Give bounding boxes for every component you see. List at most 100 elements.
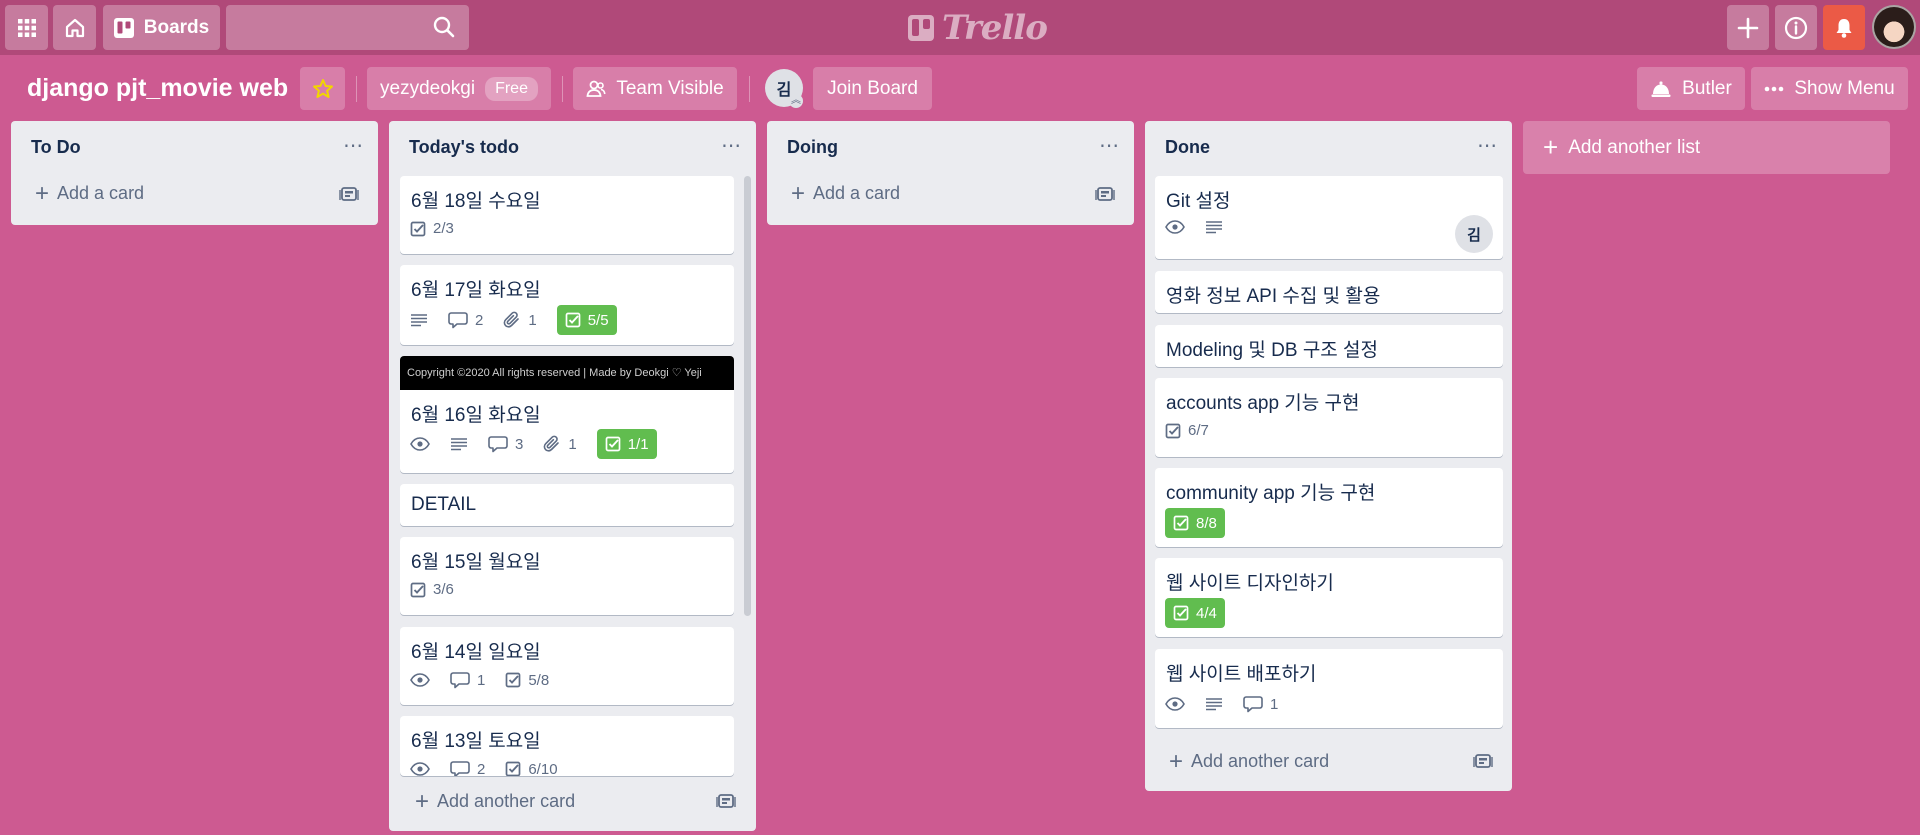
card-title: 영화 정보 API 수집 및 활용: [1166, 286, 1381, 307]
add-card-button[interactable]: + Add a card: [35, 179, 144, 207]
more-horizontal-icon: [1764, 86, 1784, 92]
card-template-icon[interactable]: [1095, 185, 1115, 203]
list-title[interactable]: Done: [1165, 137, 1210, 158]
card-badges: 1 5/8: [410, 671, 549, 689]
checklist-count: 4/4: [1196, 604, 1217, 622]
checklist-complete-badge: 8/8: [1165, 508, 1225, 538]
list-title[interactable]: Today's todo: [409, 137, 519, 158]
add-card-button[interactable]: + Add a card: [791, 179, 900, 207]
card-badges: 2 1 5/5: [410, 305, 617, 335]
trello-logo[interactable]: Trello: [908, 8, 1048, 48]
card[interactable]: Modeling 및 DB 구조 설정: [1155, 325, 1503, 367]
comment-count: 1: [1270, 695, 1279, 713]
plus-icon: +: [791, 179, 806, 207]
card-badges: 3/6: [410, 581, 454, 598]
bell-icon: [1833, 17, 1855, 39]
card[interactable]: Git 설정 김: [1155, 176, 1503, 259]
card[interactable]: 웹 사이트 배포하기 1: [1155, 649, 1503, 728]
list-scrollbar[interactable]: [744, 176, 751, 616]
card-title: 6월 15일 월요일: [411, 552, 541, 573]
add-card-button[interactable]: + Add another card: [415, 789, 575, 813]
checklist-count: 8/8: [1196, 514, 1217, 532]
info-button[interactable]: [1775, 5, 1817, 50]
card[interactable]: 6월 14일 일요일 1 5/8: [400, 627, 734, 705]
paperclip-icon: [503, 311, 521, 329]
board-title[interactable]: django pjt_movie web: [27, 74, 288, 103]
list-title[interactable]: Doing: [787, 137, 838, 158]
card-template-icon[interactable]: [339, 185, 359, 203]
plus-icon: +: [1169, 747, 1184, 775]
comment-count: 2: [477, 760, 486, 777]
card[interactable]: community app 기능 구현 8/8: [1155, 468, 1503, 547]
checklist-count: 3/6: [433, 581, 454, 598]
star-button[interactable]: [300, 67, 345, 110]
card-badges: 8/8: [1165, 508, 1225, 538]
attachment-count: 1: [568, 435, 577, 453]
card-title: accounts app 기능 구현: [1166, 393, 1360, 414]
comments-badge: 1: [1243, 695, 1278, 713]
comment-icon: [1243, 695, 1263, 713]
boards-button[interactable]: Boards: [103, 5, 220, 50]
checklist-badge: 3/6: [410, 581, 454, 598]
plus-icon: +: [35, 179, 50, 207]
visibility-button[interactable]: Team Visible: [573, 67, 737, 110]
butler-button[interactable]: Butler: [1637, 67, 1745, 110]
show-menu-button[interactable]: Show Menu: [1751, 67, 1908, 110]
attachments-badge: 1: [543, 435, 577, 453]
apps-button[interactable]: [5, 5, 48, 50]
card-title: 6월 18일 수요일: [411, 191, 541, 212]
join-board-button[interactable]: Join Board: [813, 67, 932, 110]
add-card-button[interactable]: + Add another card: [1169, 747, 1330, 775]
comment-icon: [448, 311, 468, 329]
list-menu-icon[interactable]: ⋯: [721, 133, 742, 158]
card[interactable]: accounts app 기능 구현 6/7: [1155, 378, 1503, 457]
card-badges: 6/7: [1165, 422, 1209, 439]
list-menu-icon[interactable]: ⋯: [1099, 133, 1120, 158]
card-badges: 4/4: [1165, 598, 1225, 628]
comment-count: 2: [475, 311, 484, 329]
attachment-count: 1: [528, 311, 537, 329]
checkbox-icon: [1165, 423, 1181, 439]
workspace-button[interactable]: yezydeokgi Free: [367, 67, 551, 110]
description-icon: [1205, 697, 1223, 711]
card[interactable]: DETAIL: [400, 484, 734, 526]
user-avatar[interactable]: [1872, 5, 1916, 49]
card[interactable]: 영화 정보 API 수집 및 활용: [1155, 271, 1503, 313]
checkbox-icon: [1173, 515, 1189, 531]
divider: [562, 76, 563, 102]
checklist-complete-badge: 1/1: [596, 429, 657, 459]
checkbox-icon: [605, 436, 621, 452]
comment-icon: [488, 435, 508, 453]
list-menu-icon[interactable]: ⋯: [343, 133, 364, 158]
card[interactable]: Copyright ©2020 All rights reserved | Ma…: [400, 356, 734, 473]
list-title[interactable]: To Do: [31, 137, 81, 158]
notifications-button[interactable]: [1823, 5, 1865, 50]
card-title: community app 기능 구현: [1166, 483, 1376, 504]
card-cover-image: Copyright ©2020 All rights reserved | Ma…: [400, 356, 734, 390]
card-title: 웹 사이트 배포하기: [1166, 664, 1317, 685]
card-member-avatar[interactable]: 김: [1455, 215, 1493, 253]
add-list-button[interactable]: + Add another list: [1523, 121, 1890, 174]
card-title: DETAIL: [411, 494, 477, 515]
card[interactable]: 6월 17일 화요일 2 1 5/5: [400, 265, 734, 345]
list-todays-todo: Today's todo ⋯ 6월 18일 수요일 2/3 6월 17일 화요일…: [389, 121, 756, 831]
list-to-do: To Do ⋯ + Add a card: [11, 121, 378, 225]
boards-label: Boards: [143, 16, 210, 38]
create-button[interactable]: [1727, 5, 1769, 50]
card[interactable]: 웹 사이트 디자인하기 4/4: [1155, 558, 1503, 637]
card[interactable]: 6월 15일 월요일 3/6: [400, 537, 734, 615]
card[interactable]: 6월 18일 수요일 2/3: [400, 176, 734, 254]
card-template-icon[interactable]: [716, 792, 736, 810]
home-button[interactable]: [53, 5, 96, 50]
checklist-count: 2/3: [433, 220, 454, 237]
description-badge: [1205, 220, 1223, 234]
checklist-count: 5/8: [528, 671, 550, 689]
add-card-label: Add another card: [1191, 751, 1330, 771]
card-template-icon[interactable]: [1473, 752, 1493, 770]
divider: [749, 76, 750, 102]
watching-badge: [410, 437, 430, 451]
search-icon[interactable]: [432, 15, 458, 41]
card[interactable]: 6월 13일 토요일 2 6/10: [400, 716, 734, 776]
card-title: 6월 17일 화요일: [411, 280, 541, 301]
list-menu-icon[interactable]: ⋯: [1477, 133, 1498, 158]
